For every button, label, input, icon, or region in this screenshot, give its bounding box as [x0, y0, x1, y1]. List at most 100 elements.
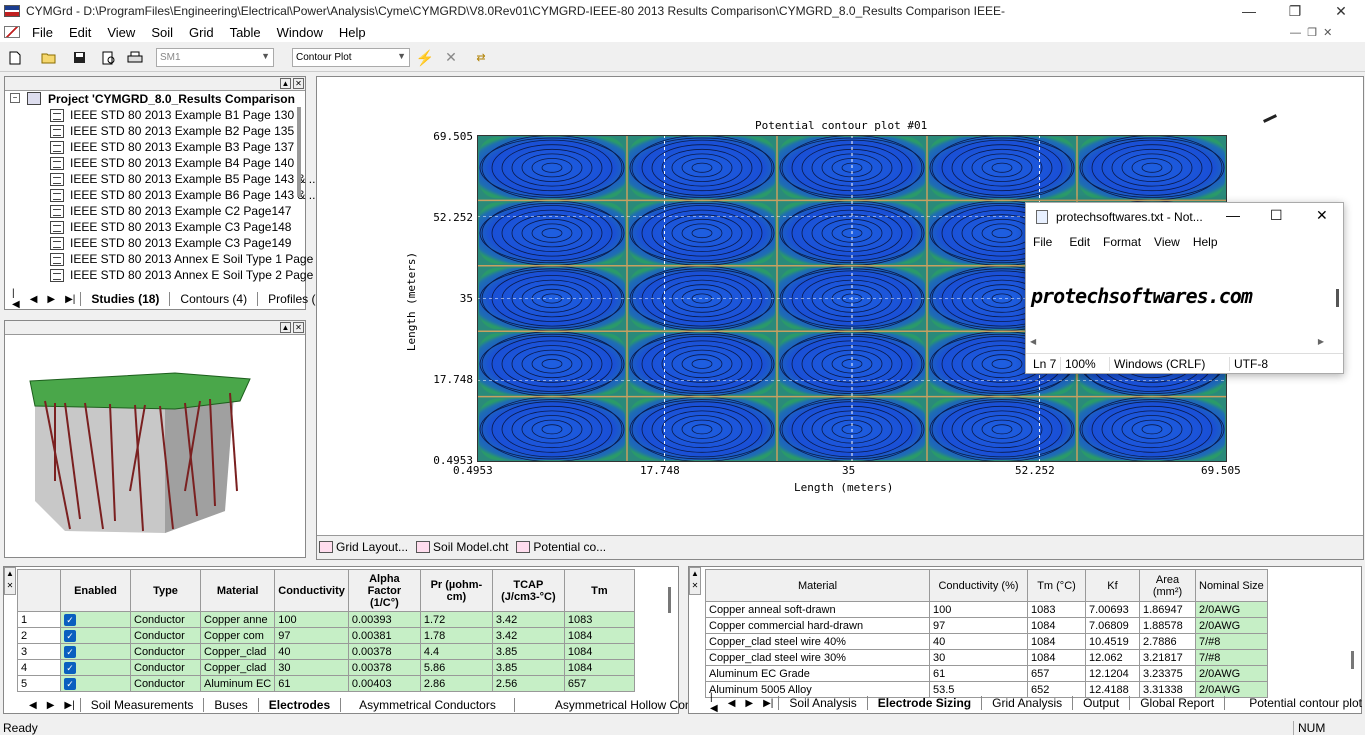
table-cell[interactable]: 30 [274, 659, 349, 676]
table-cell[interactable]: 5.86 [419, 659, 493, 676]
table-cell[interactable]: 1083 [1027, 601, 1086, 618]
table-cell[interactable]: 100 [929, 601, 1028, 618]
save-icon[interactable] [68, 47, 90, 69]
tree-item[interactable]: IEEE STD 80 2013 Example B4 Page 140 [50, 155, 294, 171]
restore-button[interactable]: ❐ [1272, 0, 1318, 22]
table-cell[interactable]: 0.00378 [347, 643, 421, 660]
table-cell[interactable]: 3.23375 [1139, 665, 1196, 682]
next-nav-icon[interactable]: ▶ [42, 294, 60, 305]
table-cell[interactable]: Conductor [130, 675, 201, 692]
table-cell[interactable]: 7.06809 [1085, 617, 1140, 634]
notepad-minimize-button[interactable]: — [1226, 207, 1240, 223]
new-file-icon[interactable] [4, 47, 26, 69]
table-cell[interactable]: Copper_clad [199, 659, 276, 676]
column-header[interactable]: Pr (µohm-cm) [419, 569, 493, 612]
notepad-text-area[interactable]: protechsoftwares.com [1026, 253, 1328, 335]
tab-studies[interactable]: Studies (18) [80, 292, 169, 306]
menu-grid[interactable]: Grid [181, 25, 222, 40]
next-nav-icon[interactable]: ▶ [42, 700, 60, 711]
row-number[interactable]: 2 [17, 627, 61, 644]
notepad-menu-format[interactable]: Format [1103, 235, 1141, 249]
column-header[interactable]: Enabled [60, 569, 131, 612]
table-cell[interactable]: 3.85 [491, 643, 565, 660]
row-number[interactable]: 3 [17, 643, 61, 660]
prev-nav-icon[interactable]: ◀ [24, 700, 42, 711]
run-lightning-icon[interactable]: ⚡ [414, 47, 436, 69]
menu-help[interactable]: Help [331, 25, 374, 40]
table-cell[interactable]: Conductor [130, 627, 201, 644]
table-cell[interactable]: 3.21817 [1139, 649, 1196, 666]
enabled-checkbox-cell[interactable]: ✓ [60, 643, 131, 660]
table-cell[interactable]: Aluminum EC [199, 675, 276, 692]
first-nav-icon[interactable]: |◀ [7, 288, 25, 310]
notepad-menu-view[interactable]: View [1154, 235, 1180, 249]
table-row[interactable]: 1 ✓ Conductor Copper anne 100 0.00393 1.72 3.42… [17, 611, 635, 628]
enabled-checkbox-cell[interactable]: ✓ [60, 675, 131, 692]
table-cell[interactable]: 97 [274, 627, 349, 644]
table-cell[interactable]: Aluminum EC Grade [705, 665, 930, 682]
electrodes-panel-controls[interactable]: ▲ ✕ [4, 567, 16, 595]
table-row[interactable]: 4 ✓ Conductor Copper_clad 30 0.00378 5.86 3.85 1… [17, 659, 635, 676]
tree-item[interactable]: IEEE STD 80 2013 Example B5 Page 143 & .… [50, 171, 319, 187]
column-header[interactable]: Kf [1085, 569, 1140, 602]
table-cell[interactable]: 4.4 [419, 643, 493, 660]
table-row[interactable]: Copper commercial hard-drawn 97 1084 7.0680… [705, 617, 1268, 634]
print-icon[interactable] [124, 47, 146, 69]
table-cell[interactable]: 1084 [563, 659, 635, 676]
checkbox-checked-icon[interactable]: ✓ [64, 613, 76, 626]
first-nav-icon[interactable]: |◀ [705, 692, 723, 714]
tree-item[interactable]: IEEE STD 80 2013 Example B1 Page 130 [50, 107, 294, 123]
column-header[interactable]: Nominal Size [1195, 569, 1268, 602]
cancel-icon[interactable]: ✕ [440, 47, 462, 69]
project-root-label[interactable]: Project 'CYMGRD_8.0_Results Comparison [48, 92, 295, 106]
close-panel-button[interactable]: ✕ [293, 322, 304, 333]
row-number[interactable]: 1 [17, 611, 61, 628]
table-cell[interactable]: 10.4519 [1085, 633, 1140, 650]
tab-asymmetrical-conductors[interactable]: Asymmetrical Conductors [340, 698, 514, 712]
notepad-maximize-button[interactable]: ☐ [1270, 207, 1283, 224]
table-cell[interactable]: 3.42 [491, 611, 565, 628]
table-cell[interactable]: Conductor [130, 643, 201, 660]
table-cell[interactable]: 1.78 [419, 627, 493, 644]
table-cell[interactable]: 61 [929, 665, 1028, 682]
table-cell[interactable]: 40 [274, 643, 349, 660]
tab-global-report[interactable]: Global Report [1129, 696, 1224, 710]
last-nav-icon[interactable]: ▶| [60, 294, 80, 305]
mdi-controls[interactable]: — ❐ ✕ [1290, 26, 1332, 39]
menu-table[interactable]: Table [222, 25, 269, 40]
table-cell[interactable]: 40 [929, 633, 1028, 650]
tab-potential-contour-plot[interactable]: Potential contour plot #01 [1224, 696, 1365, 710]
table-cell[interactable]: 0.00381 [347, 627, 421, 644]
tab-grid-analysis[interactable]: Grid Analysis [981, 696, 1072, 710]
table-cell[interactable]: 3.42 [491, 627, 565, 644]
table-cell[interactable]: 0.00403 [347, 675, 421, 692]
column-header[interactable]: Material [199, 569, 276, 612]
row-number[interactable]: 5 [17, 675, 61, 692]
table-cell[interactable]: Copper commercial hard-drawn [705, 617, 930, 634]
sizing-scrollbar[interactable] [1351, 651, 1354, 669]
column-header[interactable]: Conductivity [274, 569, 349, 612]
prev-nav-icon[interactable]: ◀ [25, 294, 43, 305]
notepad-menu-file[interactable]: File [1033, 235, 1052, 249]
tree-item[interactable]: IEEE STD 80 2013 Annex E Soil Type 2 Pag… [50, 267, 313, 283]
table-cell[interactable]: 1083 [563, 611, 635, 628]
menu-view[interactable]: View [99, 25, 143, 40]
tree-item[interactable]: IEEE STD 80 2013 Example B6 Page 143 & .… [50, 187, 319, 203]
table-cell[interactable]: 30 [929, 649, 1028, 666]
table-cell[interactable]: 12.062 [1085, 649, 1140, 666]
table-cell[interactable]: 657 [1027, 665, 1086, 682]
tree-item[interactable]: IEEE STD 80 2013 Example B3 Page 137 [50, 139, 294, 155]
plot-combo[interactable]: Contour Plot ▼ [292, 48, 410, 67]
table-cell[interactable]: 0.00378 [347, 659, 421, 676]
table-cell[interactable]: 2.86 [419, 675, 493, 692]
table-cell[interactable]: 2/0AWG [1195, 601, 1268, 618]
table-cell[interactable]: 1.86947 [1139, 601, 1196, 618]
table-cell[interactable]: 2.56 [491, 675, 565, 692]
table-cell[interactable]: 12.1204 [1085, 665, 1140, 682]
tab-soil-analysis[interactable]: Soil Analysis [778, 696, 866, 710]
column-header[interactable]: TCAP (J/cm3-°C) [491, 569, 565, 612]
table-row[interactable]: 3 ✓ Conductor Copper_clad 40 0.00378 4.4 3.85 10… [17, 643, 635, 660]
column-header[interactable] [17, 569, 61, 612]
enabled-checkbox-cell[interactable]: ✓ [60, 627, 131, 644]
table-cell[interactable]: 1084 [1027, 633, 1086, 650]
